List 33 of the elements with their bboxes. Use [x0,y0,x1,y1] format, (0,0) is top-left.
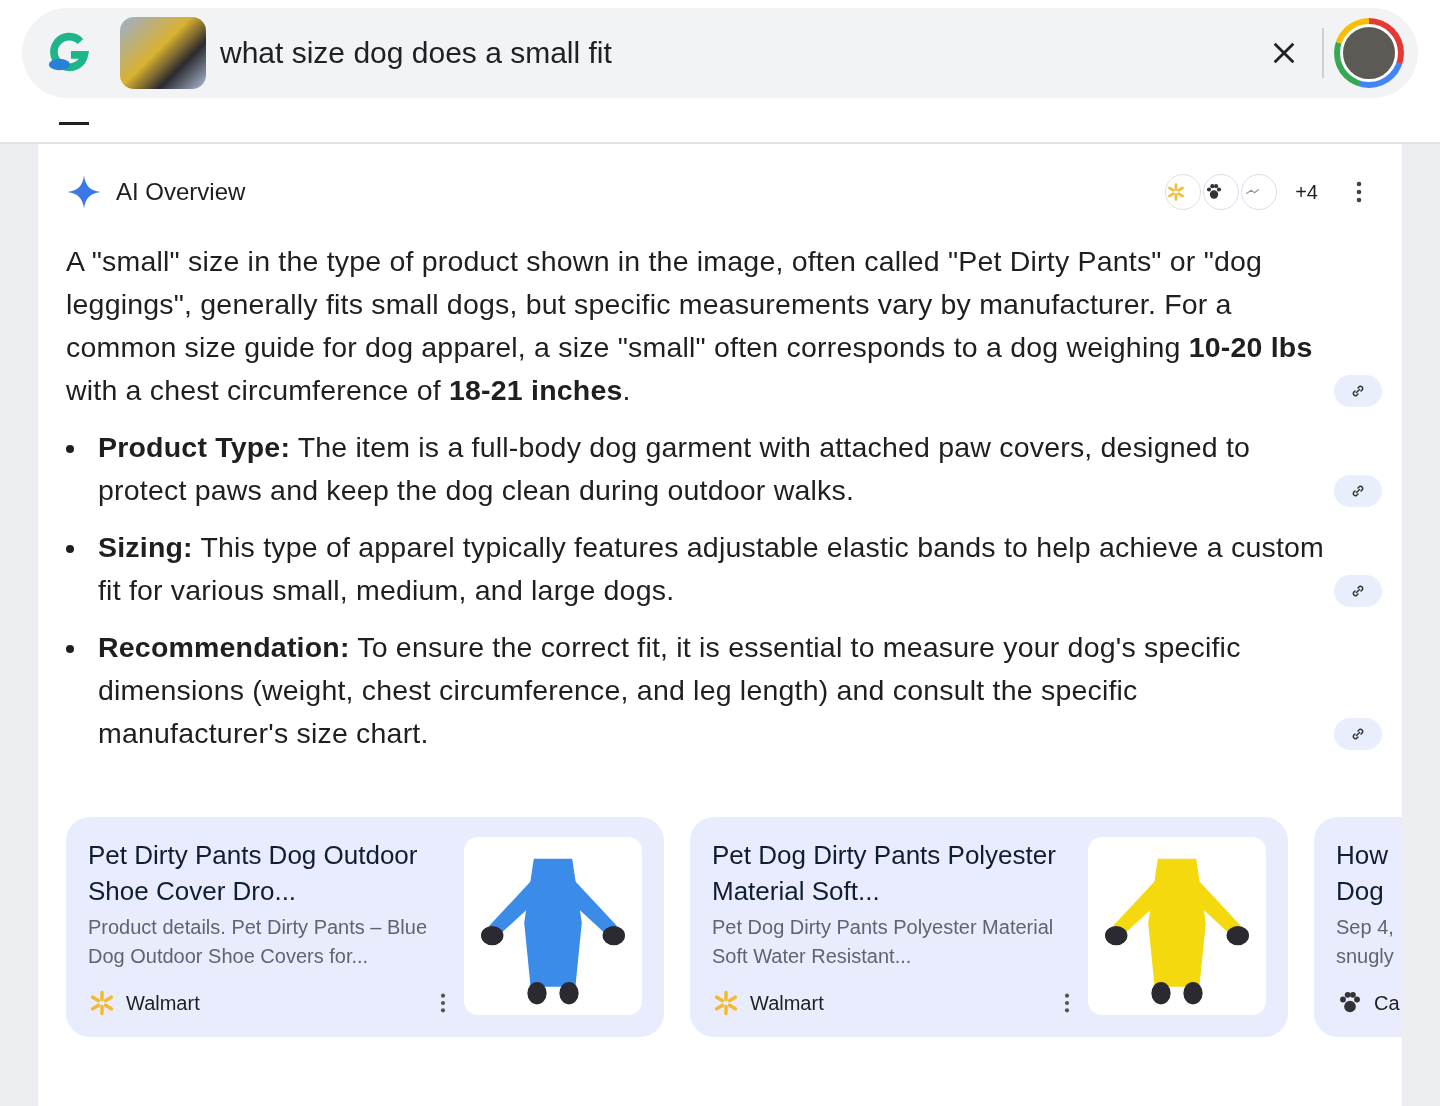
source-name: Ca [1374,991,1401,1015]
section-title: AI Overview [116,178,247,206]
card-snippet: Product details. Pet Dirty Pants – Blue Dog Outdoor Shoe Covers for... [88,915,429,969]
more-options-icon[interactable] [1064,992,1070,1014]
search-bar[interactable]: what size dog does a small fit [22,8,1418,98]
summary-text: A "small" size in the type of product shown in the image, often called "Pet Dirty Pants" or "dog leggings", generally fits small dogs, but specific measurements vary by manufacturer. For a common size guide for dog apparel, a size "small" often corresponds to a dog weighing 10-20 lbs with a chest circumference of 18-21 inches. [66,244,1314,408]
paw-icon[interactable] [1203,174,1240,210]
more-options-icon[interactable] [1356,180,1362,204]
bullet-text: Product Type: The item is a full-body dog garment with attached paw covers, designed to protect paws and keep the dog clean during outdoor walks. [98,430,1252,508]
avatar[interactable] [1334,18,1404,88]
source-count[interactable]: +4 [1295,180,1318,204]
source-name: Walmart [750,991,825,1015]
more-options-icon[interactable] [440,992,446,1014]
search-query[interactable]: what size dog does a small fit [220,36,1270,70]
link-button[interactable] [1334,475,1382,507]
bullet-text: Recommendation: To ensure the correct fit, it is essential to measure your dog's specific dimensions (weight, chest circumference, and leg length) and consult the specific manufacturer's size chart. [98,630,1242,751]
card-title[interactable]: How Dog [1336,837,1402,909]
bullet-dot [66,645,74,653]
card-snippet: Pet Dog Dirty Pants Polyester Material Soft Water Resistant... [712,915,1055,969]
card-title[interactable]: Pet Dog Dirty Pants Polyester Material Soft... [712,837,1070,909]
bullet-text: Sizing: This type of apparel typically features adjustable elastic bands to help achieve a custom fit for various small, medium, and large dogs. [98,530,1325,608]
bullet-dot [66,545,74,553]
result-card[interactable]: Pet Dog Dirty Pants Polyester Material Soft... Pet Dog Dirty Pants Polyester Material Soft Water Resistant... Walmart [690,817,1288,1037]
card-title[interactable]: Pet Dirty Pants Dog Outdoor Shoe Cover Dro... [88,837,446,909]
link-button[interactable] [1334,718,1382,750]
bullet-dot [66,445,74,453]
link-button[interactable] [1334,375,1382,407]
result-card[interactable]: Pet Dirty Pants Dog Outdoor Shoe Cover Dro... Product details. Pet Dirty Pants – Blue Dog Outdoor Shoe Covers for... Walmart [66,817,664,1037]
source-name: Walmart [126,991,201,1015]
link-button[interactable] [1334,575,1382,607]
sparkle-icon [66,174,102,210]
result-card[interactable]: How Dog Sep 4, snugly Ca [1314,817,1402,1037]
card-snippet: Sep 4, snugly [1336,915,1395,969]
